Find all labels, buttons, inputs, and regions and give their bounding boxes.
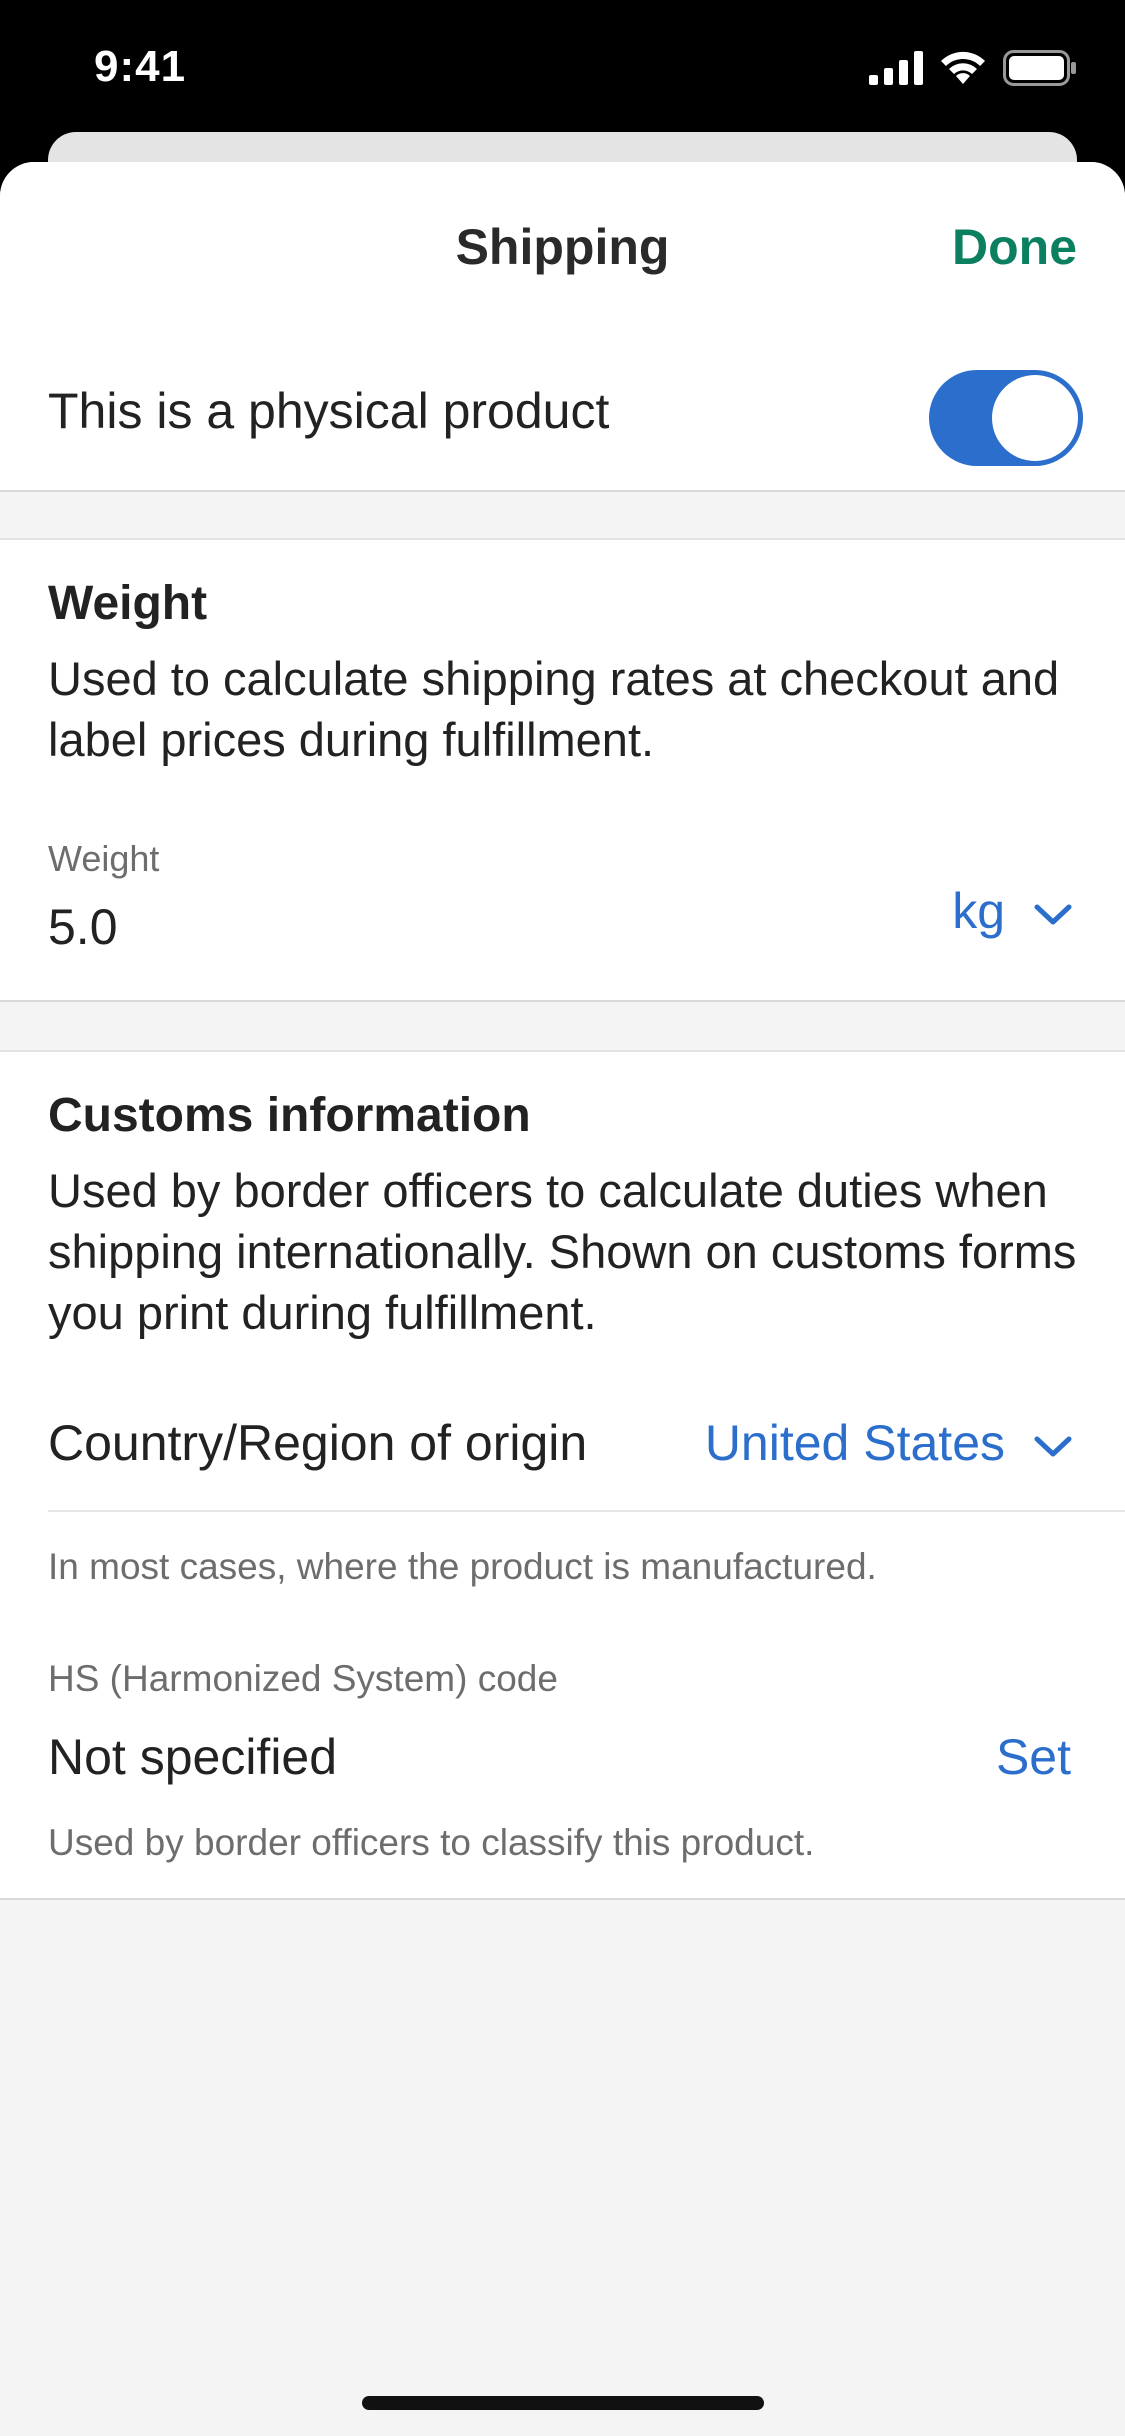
- chevron-down-icon: [1033, 882, 1073, 940]
- wifi-icon: [939, 50, 987, 91]
- status-time: 9:41: [94, 42, 187, 91]
- country-origin-label: Country/Region of origin: [48, 1415, 588, 1471]
- country-divider: [48, 1510, 1125, 1512]
- battery-icon: [1003, 50, 1077, 91]
- done-button[interactable]: Done: [952, 218, 1077, 276]
- toggle-knob: [992, 375, 1078, 461]
- weight-input[interactable]: 5.0: [48, 898, 118, 956]
- weight-section: Weight Used to calculate shipping rates …: [0, 538, 1125, 1002]
- hs-code-help: Used by border officers to classify this…: [48, 1822, 815, 1863]
- customs-section-description: Used by border officers to calculate dut…: [48, 1164, 1077, 1339]
- cellular-signal-icon: [869, 51, 923, 90]
- status-bar: 9:41: [0, 0, 1125, 140]
- country-origin-select[interactable]: United States: [705, 1414, 1073, 1472]
- home-indicator: [362, 2396, 764, 2410]
- hs-code-label: HS (Harmonized System) code: [48, 1658, 558, 1699]
- shipping-sheet: Shipping Done This is a physical product…: [0, 162, 1125, 2436]
- customs-section: Customs information Used by border offic…: [0, 1050, 1125, 1900]
- weight-section-title: Weight: [48, 577, 208, 630]
- physical-product-toggle[interactable]: [929, 370, 1083, 466]
- customs-section-title: Customs information: [48, 1089, 531, 1142]
- nav-bar: Shipping Done: [0, 162, 1125, 332]
- weight-unit-value: kg: [952, 883, 1005, 939]
- weight-section-description: Used to calculate shipping rates at chec…: [48, 652, 1060, 766]
- physical-product-label: This is a physical product: [48, 383, 610, 439]
- country-origin-value: United States: [704, 1415, 1005, 1471]
- hs-code-set-button[interactable]: Set: [996, 1728, 1071, 1786]
- hs-code-value: Not specified: [48, 1729, 338, 1785]
- physical-product-row: This is a physical product: [0, 332, 1125, 492]
- country-origin-help: In most cases, where the product is manu…: [48, 1546, 877, 1587]
- status-icons: [869, 50, 1077, 91]
- weight-field-label: Weight: [48, 838, 160, 879]
- chevron-down-icon: [1033, 1414, 1073, 1472]
- weight-unit-select[interactable]: kg: [952, 882, 1073, 940]
